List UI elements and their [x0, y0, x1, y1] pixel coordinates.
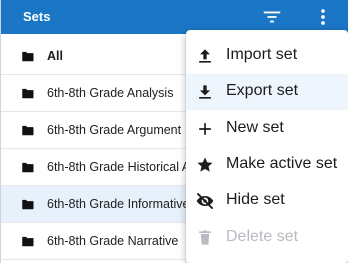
set-label: 6th-8th Grade Informative [47, 197, 190, 211]
menu-item-label: New set [226, 118, 284, 136]
folder-icon [19, 50, 38, 65]
menu-item-make-active-set[interactable]: Make active set [186, 147, 348, 183]
menu-item-label: Delete set [226, 227, 299, 245]
more-options-button[interactable] [312, 6, 334, 28]
set-label: All [47, 49, 63, 63]
sets-header: Sets [1, 0, 348, 34]
panel-title: Sets [23, 9, 51, 24]
menu-item-import-set[interactable]: Import set [186, 38, 348, 74]
folder-icon [22, 125, 34, 136]
set-actions-menu: Import set Export set New set Make active s… [186, 30, 348, 263]
menu-item-hide-set[interactable]: Hide set [186, 183, 348, 219]
menu-item-label: Export set [226, 82, 299, 100]
folder-icon [19, 235, 38, 250]
eye-off-icon [195, 191, 215, 211]
trash-icon [195, 228, 215, 248]
folder-icon [19, 161, 38, 176]
folder-icon [22, 199, 34, 210]
download-icon [199, 85, 211, 99]
set-label: 6th-8th Grade Argument [47, 123, 182, 137]
set-label: 6th-8th Grade Historical A [47, 160, 191, 174]
filter-icon [263, 11, 281, 23]
menu-item-export-set[interactable]: Export set [186, 74, 348, 111]
upload-icon [195, 46, 215, 66]
eye-off-icon [196, 193, 214, 210]
folder-icon [19, 198, 38, 213]
folder-icon [22, 51, 34, 62]
star-icon [197, 157, 213, 172]
download-icon [195, 82, 215, 102]
set-label: 6th-8th Grade Narrative [47, 234, 179, 248]
upload-icon [199, 49, 211, 63]
menu-item-new-set[interactable]: New set [186, 111, 348, 147]
star-icon [195, 155, 215, 175]
trash-icon [199, 230, 211, 245]
folder-icon [19, 124, 38, 139]
more-vert-icon [321, 9, 325, 25]
folder-icon [22, 236, 34, 247]
menu-item-label: Hide set [226, 191, 285, 209]
plus-icon [199, 122, 211, 135]
menu-item-label: Make active set [226, 154, 338, 172]
set-label: 6th-8th Grade Analysis [47, 86, 174, 100]
folder-icon [22, 162, 34, 173]
menu-item-delete-set: Delete set [186, 220, 348, 256]
plus-icon [195, 119, 215, 139]
menu-item-label: Import set [226, 46, 298, 63]
folder-icon [22, 88, 34, 99]
folder-icon [19, 87, 38, 102]
filter-button[interactable] [261, 6, 283, 28]
